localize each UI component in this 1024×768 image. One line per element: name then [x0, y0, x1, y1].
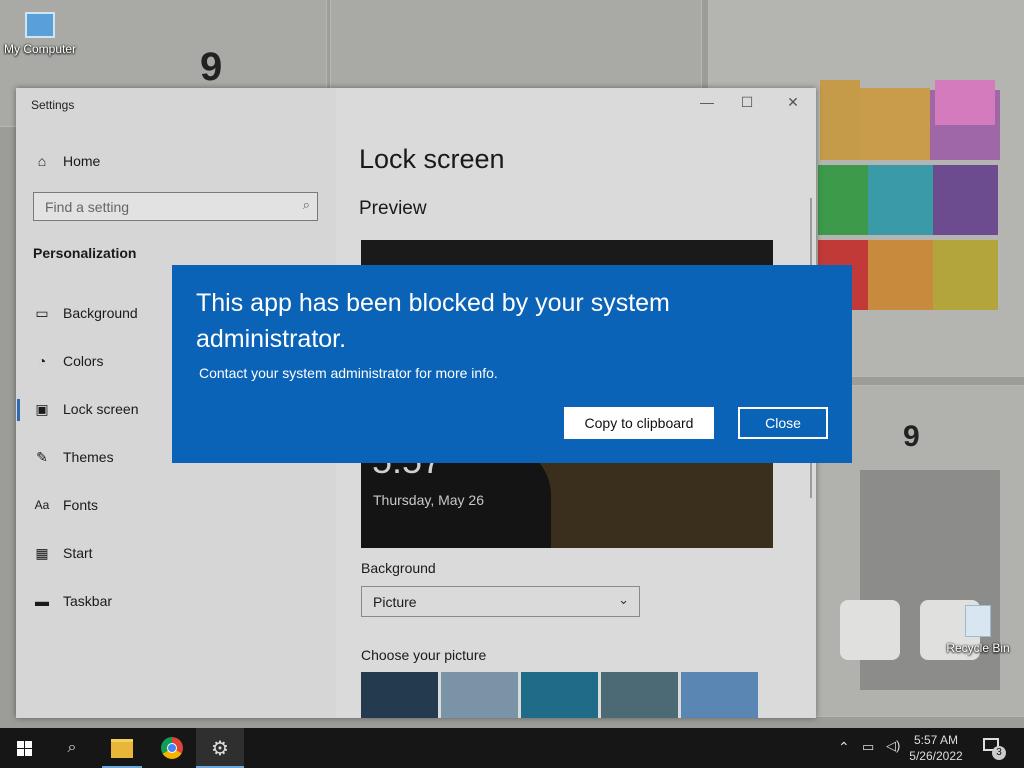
- close-button[interactable]: Close: [738, 407, 828, 439]
- nav-home[interactable]: ⌂ Home: [32, 146, 101, 176]
- search-button[interactable]: ⌕: [48, 728, 96, 768]
- home-icon: ⌂: [37, 153, 47, 169]
- volume-icon[interactable]: ◁): [886, 738, 900, 754]
- taskbar-icon: ▬: [35, 593, 49, 609]
- window-title: Settings: [31, 98, 75, 112]
- picture-thumbnails: [361, 672, 761, 718]
- minimize-icon[interactable]: —: [692, 94, 722, 110]
- nav-item-label: Taskbar: [63, 593, 113, 609]
- nav-item-taskbar[interactable]: ▬ Taskbar: [32, 586, 112, 616]
- picture-thumbnail[interactable]: [441, 672, 518, 718]
- clock[interactable]: 5:57 AM 5/26/2022: [906, 732, 966, 764]
- settings-taskbar-button[interactable]: ⚙: [196, 728, 244, 768]
- maximize-icon[interactable]: ☐: [732, 94, 762, 111]
- selected-indicator: [17, 399, 20, 421]
- picture-thumbnail[interactable]: [361, 672, 438, 718]
- folder-icon: [111, 738, 133, 758]
- nav-home-label: Home: [63, 153, 101, 169]
- desktop-icon-label: Recycle Bin: [946, 641, 1010, 655]
- file-explorer-button[interactable]: [98, 728, 146, 768]
- blocked-app-dialog: This app has been blocked by your system…: [172, 265, 852, 463]
- picture-thumbnail[interactable]: [521, 672, 598, 718]
- search-input[interactable]: Find a setting ⌕: [33, 192, 318, 221]
- recycle-bin-icon: [965, 605, 991, 637]
- clock-date: 5/26/2022: [909, 749, 963, 763]
- brush-icon: ✎: [36, 448, 48, 465]
- chevron-up-icon[interactable]: ⌃: [838, 739, 850, 756]
- background-dropdown-value: Picture: [373, 594, 417, 610]
- nav-item-label: Start: [63, 545, 93, 561]
- desktop-icon-label: My Computer: [3, 42, 77, 56]
- action-center-button[interactable]: 3: [978, 736, 1008, 760]
- chrome-icon: [161, 737, 183, 759]
- background-dropdown[interactable]: Picture ⌄: [361, 586, 640, 617]
- notification-count-badge: 3: [992, 746, 1006, 760]
- nav-item-label: Background: [63, 305, 138, 321]
- nav-item-lock-screen[interactable]: ▣ Lock screen: [32, 394, 138, 424]
- section-header: Personalization: [33, 245, 137, 261]
- chevron-down-icon: ⌄: [618, 592, 629, 607]
- search-icon: ⌕: [302, 197, 310, 212]
- nav-item-label: Themes: [63, 449, 114, 465]
- nav-item-colors[interactable]: ◔ Colors: [32, 346, 104, 376]
- lock-screen-icon: ▣: [35, 400, 49, 417]
- picture-thumbnail[interactable]: [681, 672, 758, 718]
- search-icon: ⌕: [67, 739, 77, 756]
- desktop-icon-recycle-bin[interactable]: Recycle Bin: [942, 605, 1014, 655]
- nav-item-label: Fonts: [63, 497, 99, 513]
- search-placeholder: Find a setting: [45, 199, 130, 215]
- close-icon[interactable]: ✕: [778, 94, 808, 111]
- windows-logo-icon: [16, 740, 32, 756]
- page-title: Lock screen: [359, 144, 505, 174]
- chrome-button[interactable]: [148, 728, 196, 768]
- nav-item-label: Colors: [63, 353, 104, 369]
- start-button[interactable]: [0, 728, 48, 768]
- fonts-icon: Aa: [34, 498, 50, 512]
- clock-time: 5:57 AM: [913, 733, 959, 747]
- preview-date: Thursday, May 26: [373, 492, 485, 508]
- picture-thumbnail[interactable]: [601, 672, 678, 718]
- copy-to-clipboard-button[interactable]: Copy to clipboard: [564, 407, 714, 439]
- nav-item-start[interactable]: ▦ Start: [32, 538, 93, 568]
- dialog-title: This app has been blocked by your system…: [196, 289, 670, 353]
- picture-icon: ▭: [35, 304, 49, 321]
- taskbar: ⌕ ⚙ ⌃ ▭ ◁) 5:57 AM 5/26/2022 3: [0, 728, 1024, 768]
- desktop-icon-my-computer[interactable]: My Computer: [2, 12, 78, 56]
- nav-item-fonts[interactable]: Aa Fonts: [32, 490, 98, 520]
- nav-item-label: Lock screen: [63, 401, 139, 417]
- background-label: Background: [361, 560, 436, 576]
- nav-item-background[interactable]: ▭ Background: [32, 298, 138, 328]
- nav-item-themes[interactable]: ✎ Themes: [32, 442, 114, 472]
- preview-header: Preview: [359, 198, 427, 219]
- choose-picture-label: Choose your picture: [361, 647, 487, 663]
- dialog-message: Contact your system administrator for mo…: [199, 365, 498, 381]
- start-icon: ▦: [35, 544, 49, 561]
- network-icon[interactable]: ▭: [862, 739, 874, 755]
- gear-icon: ⚙: [211, 737, 229, 760]
- computer-icon: [25, 12, 55, 38]
- palette-icon: ◔: [37, 353, 47, 369]
